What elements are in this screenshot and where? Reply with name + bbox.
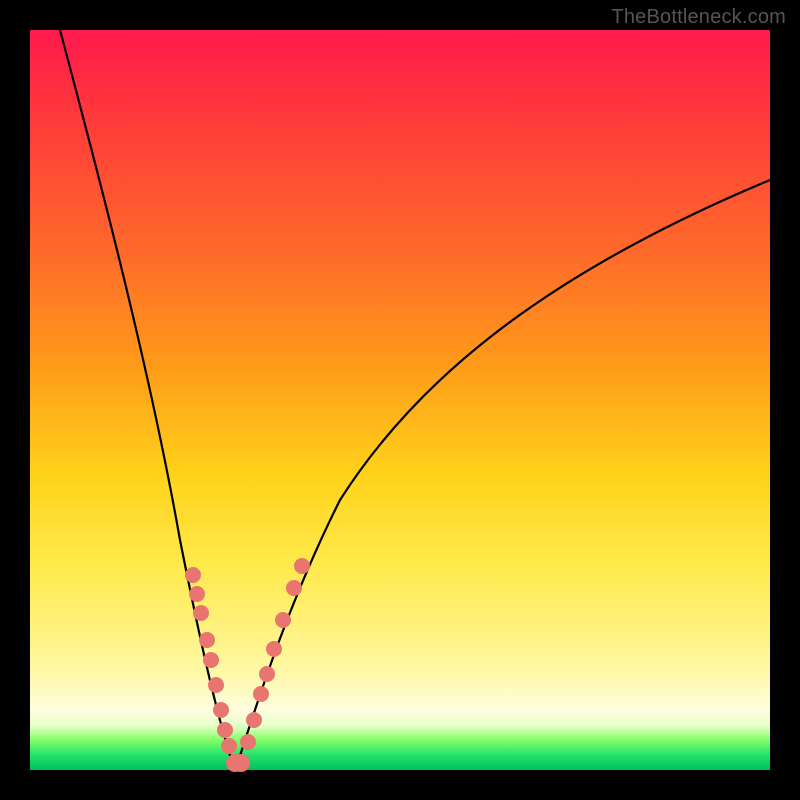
- chart-frame: TheBottleneck.com: [0, 0, 800, 800]
- dot: [221, 738, 237, 754]
- dot: [199, 632, 215, 648]
- curve-right: [236, 180, 770, 768]
- dot: [208, 677, 224, 693]
- chart-svg: [30, 30, 770, 770]
- dot: [185, 567, 201, 583]
- dot: [240, 734, 256, 750]
- dot: [203, 652, 219, 668]
- watermark-text: TheBottleneck.com: [611, 6, 786, 29]
- dot: [189, 586, 205, 602]
- plot-area: [30, 30, 770, 770]
- dot: [217, 722, 233, 738]
- dots-right: [240, 558, 310, 750]
- dot: [213, 702, 229, 718]
- dot: [286, 580, 302, 596]
- dot: [294, 558, 310, 574]
- dot: [232, 754, 250, 772]
- dot: [266, 641, 282, 657]
- dot: [253, 686, 269, 702]
- dot: [246, 712, 262, 728]
- dot: [275, 612, 291, 628]
- dot: [193, 605, 209, 621]
- dot: [259, 666, 275, 682]
